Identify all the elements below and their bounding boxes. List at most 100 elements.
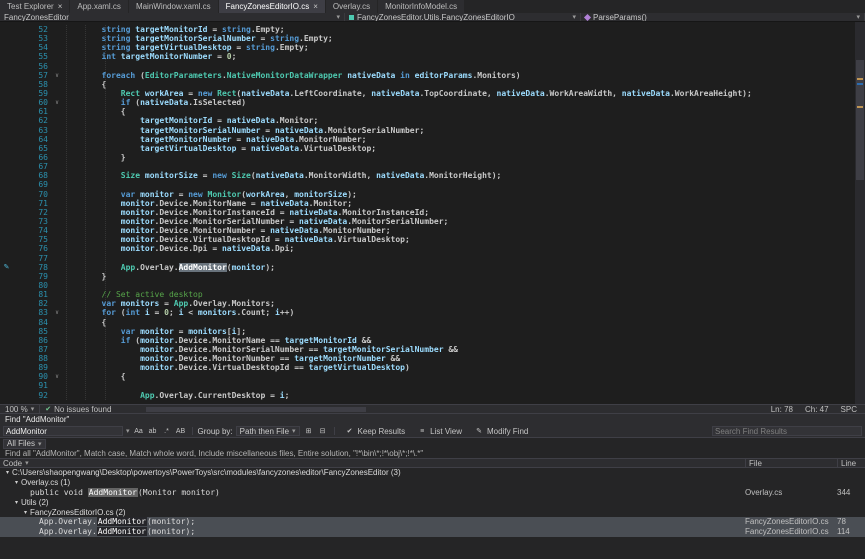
chevron-down-icon[interactable]: ▾: [126, 427, 130, 435]
line-number: 66: [13, 153, 51, 162]
tab-test-explorer[interactable]: Test Explorer×: [0, 0, 69, 13]
code-line-87[interactable]: 87 monitor.Device.MonitorSerialNumber ==…: [0, 345, 855, 354]
expand-all-icon[interactable]: ⊞: [303, 426, 315, 436]
tab-app-xaml-cs[interactable]: App.xaml.cs: [70, 0, 128, 13]
fold-chevron-icon[interactable]: ∨: [51, 372, 63, 381]
code-editor[interactable]: 52 string targetMonitorId = string.Empty…: [0, 22, 865, 404]
code-line-73[interactable]: 73 monitor.Device.MonitorSerialNumber = …: [0, 217, 855, 226]
code-line-81[interactable]: 81 // Set active desktop: [0, 290, 855, 299]
vertical-scrollbar[interactable]: [855, 22, 865, 404]
line-number: 91: [13, 381, 51, 390]
code-text: monitor.Device.MonitorNumber = nativeDat…: [63, 226, 391, 235]
line-number: 70: [13, 190, 51, 199]
collapse-all-icon[interactable]: ⊟: [317, 426, 329, 436]
preserve-case-icon[interactable]: AB: [175, 426, 187, 436]
modify-find-button[interactable]: ✎ Modify Find: [469, 426, 532, 436]
code-line-69[interactable]: 69: [0, 180, 855, 189]
tab-overlay-cs[interactable]: Overlay.cs: [326, 0, 377, 13]
find-result-match-row[interactable]: App.Overlay.AddMonitor(monitor);FancyZon…: [0, 517, 865, 527]
find-result-match-row[interactable]: App.Overlay.AddMonitor(monitor);FancyZon…: [0, 527, 865, 537]
tab-mainwindow-xaml-cs[interactable]: MainWindow.xaml.cs: [129, 0, 218, 13]
code-line-63[interactable]: 63 targetMonitorSerialNumber = nativeDat…: [0, 126, 855, 135]
find-result-group-row[interactable]: ▾Utils (2): [0, 497, 865, 507]
code-line-62[interactable]: 62 targetMonitorId = nativeData.Monitor;: [0, 116, 855, 125]
code-line-85[interactable]: 85 var monitor = monitors[i];: [0, 327, 855, 336]
find-query-input[interactable]: [3, 426, 123, 436]
fold-chevron-icon[interactable]: ∨: [51, 98, 63, 107]
code-line-83[interactable]: 83∨ for (int i = 0; i < monitors.Count; …: [0, 308, 855, 317]
line-number: 74: [13, 226, 51, 235]
code-filter-dropdown[interactable]: Code ▾: [3, 459, 29, 468]
code-line-86[interactable]: 86 if (monitor.Device.MonitorName == tar…: [0, 336, 855, 345]
code-text: }: [63, 272, 106, 281]
code-line-84[interactable]: 84 {: [0, 318, 855, 327]
close-icon[interactable]: ×: [58, 3, 63, 11]
expander-icon[interactable]: ▾: [12, 479, 21, 486]
whole-word-icon[interactable]: ab: [147, 426, 159, 436]
code-line-66[interactable]: 66 }: [0, 153, 855, 162]
code-line-53[interactable]: 53 string targetMonitorSerialNumber = st…: [0, 34, 855, 43]
tab-monitorinfomodel-cs[interactable]: MonitorInfoModel.cs: [378, 0, 464, 13]
code-text: var monitor = new Monitor(workArea, moni…: [63, 190, 357, 199]
scope-dropdown[interactable]: All Files ▾: [3, 439, 46, 449]
scrollbar-thumb[interactable]: [146, 407, 366, 412]
code-line-82[interactable]: 82 var monitors = App.Overlay.Monitors;: [0, 299, 855, 308]
file-column-header[interactable]: File: [745, 459, 837, 468]
code-line-89[interactable]: 89 monitor.Device.VirtualDesktopId == ta…: [0, 363, 855, 372]
type-dropdown[interactable]: FancyZonesEditor.Utils.FancyZonesEditorI…: [345, 13, 581, 21]
find-result-match-row[interactable]: public void AddMonitor(Monitor monitor)O…: [0, 488, 865, 498]
code-line-90[interactable]: 90∨ {: [0, 372, 855, 381]
tab-fancyzoneseditorio-cs[interactable]: FancyZonesEditorIO.cs×: [219, 0, 325, 13]
code-line-72[interactable]: 72 monitor.Device.MonitorInstanceId = na…: [0, 208, 855, 217]
code-line-60[interactable]: 60∨ if (nativeData.IsSelected): [0, 98, 855, 107]
project-name: FancyZonesEditor: [4, 13, 69, 21]
code-line-74[interactable]: 74 monitor.Device.MonitorNumber = native…: [0, 226, 855, 235]
result-text: Overlay.cs (1): [21, 478, 745, 487]
code-line-67[interactable]: 67: [0, 162, 855, 171]
code-line-57[interactable]: 57∨ foreach (EditorParameters.NativeMoni…: [0, 71, 855, 80]
search-find-results-input[interactable]: [712, 426, 862, 436]
find-result-group-row[interactable]: ▾FancyZonesEditorIO.cs (2): [0, 507, 865, 517]
list-view-button[interactable]: ≡ List View: [412, 426, 466, 436]
code-line-91[interactable]: 91: [0, 381, 855, 390]
regex-icon[interactable]: .*: [161, 426, 173, 436]
keep-results-button[interactable]: ✔ Keep Results: [340, 426, 410, 436]
fold-chevron-icon[interactable]: ∨: [51, 71, 63, 80]
find-result-group-row[interactable]: ▾C:\Users\shaopengwang\Desktop\powertoys…: [0, 468, 865, 478]
code-line-58[interactable]: 58 {: [0, 80, 855, 89]
code-line-88[interactable]: 88 monitor.Device.MonitorNumber == targe…: [0, 354, 855, 363]
find-result-group-row[interactable]: ▾Overlay.cs (1): [0, 478, 865, 488]
code-line-56[interactable]: 56: [0, 62, 855, 71]
code-line-65[interactable]: 65 targetVirtualDesktop = nativeData.Vir…: [0, 144, 855, 153]
match-case-icon[interactable]: Aa: [133, 426, 145, 436]
code-line-77[interactable]: 77: [0, 254, 855, 263]
group-by-dropdown[interactable]: Path then File ▾: [236, 426, 300, 436]
horizontal-scrollbar[interactable]: [116, 405, 770, 413]
tab-label: MainWindow.xaml.cs: [136, 2, 211, 11]
code-line-64[interactable]: 64 targetMonitorNumber = nativeData.Moni…: [0, 135, 855, 144]
code-line-55[interactable]: 55 int targetMonitorNumber = 0;: [0, 52, 855, 61]
expander-icon[interactable]: ▾: [21, 509, 30, 516]
code-line-79[interactable]: 79 }: [0, 272, 855, 281]
code-line-92[interactable]: 92 App.Overlay.CurrentDesktop = i;: [0, 391, 855, 400]
code-line-75[interactable]: 75 monitor.Device.VirtualDesktopId = nat…: [0, 235, 855, 244]
expander-icon[interactable]: ▾: [3, 469, 12, 476]
fold-chevron-icon[interactable]: ∨: [51, 308, 63, 317]
code-line-59[interactable]: 59 Rect workArea = new Rect(nativeData.L…: [0, 89, 855, 98]
project-dropdown[interactable]: FancyZonesEditor ▾: [0, 13, 345, 21]
code-line-80[interactable]: 80: [0, 281, 855, 290]
code-line-71[interactable]: 71 monitor.Device.MonitorName = nativeDa…: [0, 199, 855, 208]
zoom-dropdown[interactable]: 100 % ▾: [0, 405, 40, 413]
line-number: 57: [13, 71, 51, 80]
member-dropdown[interactable]: ParseParams() ▾: [581, 13, 865, 21]
code-line-68[interactable]: 68 Size monitorSize = new Size(nativeDat…: [0, 171, 855, 180]
code-text: {: [63, 80, 106, 89]
line-number: 71: [13, 199, 51, 208]
code-line-76[interactable]: 76 monitor.Device.Dpi = nativeData.Dpi;: [0, 244, 855, 253]
close-icon[interactable]: ×: [313, 3, 318, 11]
line-column-header[interactable]: Line: [837, 459, 861, 468]
code-line-78[interactable]: ✎78 App.Overlay.AddMonitor(monitor);: [0, 263, 855, 272]
code-line-70[interactable]: 70 var monitor = new Monitor(workArea, m…: [0, 190, 855, 199]
code-line-52[interactable]: 52 string targetMonitorId = string.Empty…: [0, 25, 855, 34]
expander-icon[interactable]: ▾: [12, 499, 21, 506]
